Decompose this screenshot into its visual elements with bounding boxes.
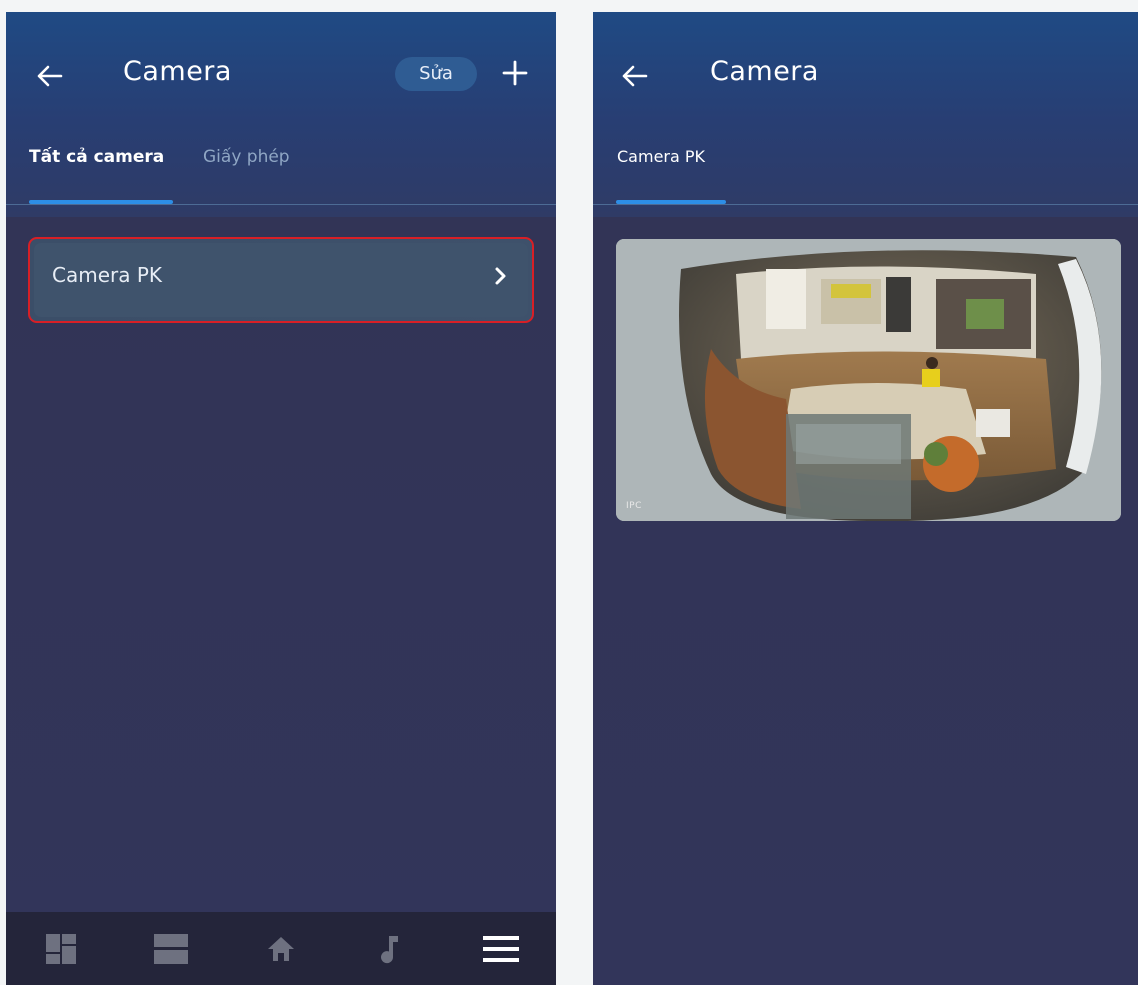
camera-list-item[interactable]: Camera PK: [28, 237, 534, 323]
back-button[interactable]: [617, 59, 651, 93]
tab-divider: [6, 204, 556, 205]
nav-rooms[interactable]: [146, 924, 196, 974]
back-button[interactable]: [32, 59, 66, 93]
home-icon: [268, 936, 294, 961]
nav-home[interactable]: [256, 924, 306, 974]
nav-menu[interactable]: [476, 924, 526, 974]
camera-feed-image: [616, 239, 1121, 521]
tab-license[interactable]: Giấy phép: [203, 147, 290, 167]
page-title: Camera: [710, 56, 819, 87]
camera-feed[interactable]: IPC: [616, 239, 1121, 521]
camera-watermark: IPC: [626, 501, 642, 511]
dashboard-icon: [46, 933, 76, 964]
edit-button[interactable]: Sửa: [395, 57, 477, 91]
arrow-left-icon: [622, 65, 648, 87]
bottom-navigation: [6, 912, 556, 985]
tab-bar: Tất cả camera Giấy phép: [6, 142, 556, 206]
menu-icon: [483, 935, 519, 962]
rooms-icon: [154, 933, 188, 964]
nav-music[interactable]: [366, 924, 416, 974]
tab-all-cameras[interactable]: Tất cả camera: [29, 147, 164, 167]
add-camera-button[interactable]: [498, 56, 532, 90]
tab-divider: [593, 204, 1138, 205]
header: Camera: [593, 12, 1138, 142]
arrow-left-icon: [37, 65, 63, 87]
camera-list-screen: Camera Sửa Tất cả camera Giấy phép Camer…: [6, 12, 556, 985]
camera-name: Camera PK: [52, 263, 163, 287]
music-icon: [381, 935, 398, 963]
tab-bar: Camera PK: [593, 142, 1138, 206]
tab-camera-pk[interactable]: Camera PK: [617, 147, 705, 166]
nav-dashboard[interactable]: [36, 924, 86, 974]
plus-icon: [502, 60, 528, 86]
camera-view-screen: Camera Camera PK IPC: [593, 12, 1138, 985]
header: Camera Sửa: [6, 12, 556, 142]
page-title: Camera: [123, 56, 232, 87]
chevron-right-icon: [494, 265, 508, 291]
